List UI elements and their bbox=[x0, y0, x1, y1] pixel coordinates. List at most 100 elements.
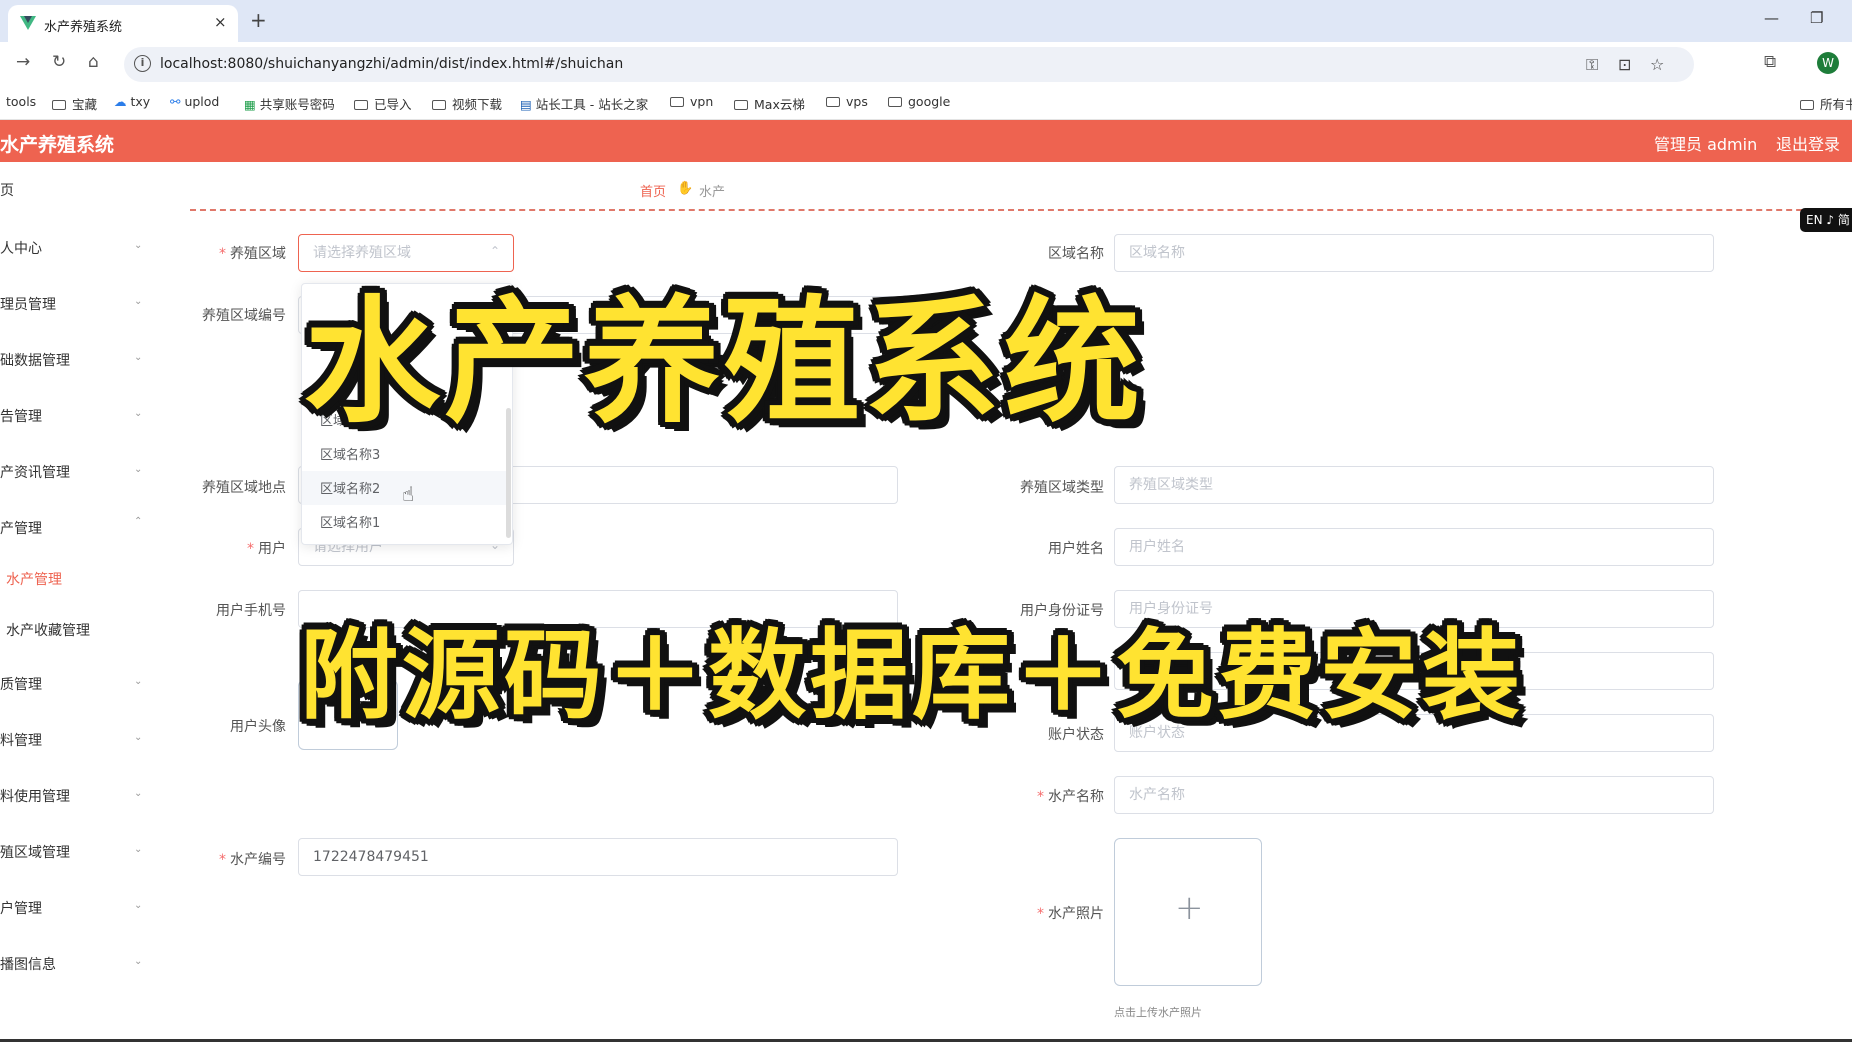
chevron-down-icon: ⌄ bbox=[134, 732, 143, 743]
sidebar-item-carousel[interactable]: 播图信息 bbox=[0, 954, 56, 974]
chevron-down-icon: ⌄ bbox=[134, 240, 143, 251]
sidebar-item-feed[interactable]: 料管理 bbox=[0, 730, 42, 750]
sidebar-item-users[interactable]: 户管理 bbox=[0, 898, 42, 918]
link-icon: ⚯ bbox=[170, 94, 185, 109]
hand-cursor-icon: ☝ bbox=[402, 482, 415, 506]
aquatic-photo-label: * 水产照片 bbox=[1037, 906, 1104, 922]
profile-avatar[interactable]: W bbox=[1817, 52, 1839, 74]
folder-icon bbox=[432, 100, 446, 110]
site-info-icon[interactable]: i bbox=[134, 55, 151, 72]
restore-icon[interactable]: ❐ bbox=[1810, 9, 1823, 27]
aquatic-name-field[interactable]: 水产名称 bbox=[1114, 776, 1714, 814]
sidebar-item-news[interactable]: 产资讯管理 bbox=[0, 462, 70, 482]
bookmark-item[interactable]: ☁ txy bbox=[114, 94, 150, 109]
chevron-up-icon: ⌃ bbox=[134, 516, 143, 527]
area-label: * 养殖区域 bbox=[219, 246, 286, 262]
logout-button[interactable]: 退出登录 bbox=[1776, 131, 1840, 155]
sidebar-item-areas[interactable]: 殖区域管理 bbox=[0, 842, 70, 862]
user-name-field[interactable]: 用户姓名 bbox=[1114, 528, 1714, 566]
browser-tab[interactable]: 水产养殖系统 × bbox=[8, 5, 238, 42]
sidebar-item-quality[interactable]: 质管理 bbox=[0, 674, 42, 694]
area-location-label: 养殖区域地点 bbox=[202, 480, 286, 496]
bookmark-item[interactable]: tools bbox=[6, 94, 36, 109]
home-icon[interactable]: ⌂ bbox=[88, 52, 99, 72]
app-header: 水产养殖系统 管理员 admin 退出登录 bbox=[0, 120, 1852, 162]
folder-icon bbox=[888, 97, 902, 107]
browser-tab-bar: 水产养殖系统 × + — ❐ bbox=[0, 0, 1852, 42]
user-avatar-label: 用户头像 bbox=[230, 719, 286, 735]
screenshot-icon[interactable]: ⊡ bbox=[1618, 55, 1631, 74]
bookmark-star-icon[interactable]: ☆ bbox=[1650, 55, 1664, 74]
cloud-icon: ☁ bbox=[114, 94, 131, 109]
tab-close-icon[interactable]: × bbox=[214, 13, 227, 31]
reload-icon[interactable]: ↻ bbox=[52, 52, 66, 72]
sidebar-item-home[interactable]: 页 bbox=[0, 180, 14, 200]
address-bar[interactable]: i localhost:8080/shuichanyangzhi/admin/d… bbox=[124, 47, 1694, 82]
bookmark-item[interactable]: ▦ 共享账号密码 bbox=[244, 94, 335, 113]
area-name-field[interactable]: 区域名称 bbox=[1114, 234, 1714, 272]
app-title: 水产养殖系统 bbox=[0, 134, 115, 156]
key-icon[interactable]: ⚿ bbox=[1586, 55, 1598, 75]
tab-title: 水产养殖系统 bbox=[44, 20, 123, 35]
breadcrumb-home[interactable]: 首页 bbox=[640, 181, 666, 200]
folder-icon bbox=[354, 100, 368, 110]
vue-logo-icon bbox=[20, 16, 36, 30]
area-type-label: 养殖区域类型 bbox=[1020, 480, 1104, 496]
bookmark-item[interactable]: ⚯ uplod bbox=[170, 94, 219, 109]
sheet-icon: ▦ bbox=[244, 97, 260, 112]
aquatic-name-label: * 水产名称 bbox=[1037, 789, 1104, 805]
chevron-down-icon: ⌄ bbox=[134, 844, 143, 855]
browser-toolbar: → ↻ ⌂ i localhost:8080/shuichanyangzhi/a… bbox=[0, 42, 1852, 86]
chevron-down-icon: ⌄ bbox=[134, 408, 143, 419]
bookmark-item[interactable]: google bbox=[888, 94, 950, 109]
sidebar-item-profile[interactable]: 人中心 bbox=[0, 238, 42, 258]
folder-icon bbox=[826, 97, 840, 107]
chevron-down-icon: ⌄ bbox=[134, 788, 143, 799]
breadcrumb-divider bbox=[190, 209, 1852, 211]
language-badge[interactable]: EN ♪ 简 bbox=[1800, 208, 1852, 232]
forward-icon[interactable]: → bbox=[16, 52, 30, 72]
folder-icon bbox=[1800, 100, 1814, 110]
sidebar-item-aquatic[interactable]: 产管理 bbox=[0, 518, 42, 538]
plus-icon: + bbox=[1175, 888, 1204, 928]
upload-hint: 点击上传水产照片 bbox=[1114, 1006, 1202, 1019]
chevron-down-icon: ⌄ bbox=[134, 900, 143, 911]
overlay-headline: 水产养殖系统 bbox=[304, 284, 1144, 442]
area-code-label: 养殖区域编号 bbox=[202, 308, 286, 324]
chevron-down-icon: ⌄ bbox=[134, 464, 143, 475]
bookmark-item[interactable]: 宝藏 bbox=[52, 94, 97, 113]
sidebar-item-basedata[interactable]: 础数据管理 bbox=[0, 350, 70, 370]
aquatic-code-field[interactable]: 1722478479451 bbox=[298, 838, 898, 876]
sidebar-item-notices[interactable]: 告管理 bbox=[0, 406, 42, 426]
folder-icon bbox=[734, 100, 748, 110]
folder-icon bbox=[52, 100, 66, 110]
aquatic-code-label: * 水产编号 bbox=[219, 852, 286, 868]
breadcrumb-current: 水产 bbox=[699, 185, 726, 200]
bookmark-item[interactable]: 已导入 bbox=[354, 94, 412, 113]
chevron-down-icon: ⌄ bbox=[134, 296, 143, 307]
bookmark-item[interactable]: ▤ 站长工具 - 站长之家 bbox=[520, 94, 648, 113]
sidebar-item-admins[interactable]: 理员管理 bbox=[0, 294, 56, 314]
sidebar-item-feed-usage[interactable]: 料使用管理 bbox=[0, 786, 70, 806]
minimize-icon[interactable]: — bbox=[1764, 9, 1779, 27]
sidebar-item-aquatic-manage[interactable]: 水产管理 bbox=[6, 569, 62, 589]
url-text: localhost:8080/shuichanyangzhi/admin/dis… bbox=[160, 56, 624, 72]
chart-icon: ▤ bbox=[520, 97, 536, 112]
chevron-down-icon: ⌄ bbox=[134, 956, 143, 967]
extensions-icon[interactable]: ⧉ bbox=[1764, 52, 1776, 72]
new-tab-button[interactable]: + bbox=[250, 8, 267, 32]
bookmark-item[interactable]: vps bbox=[826, 94, 868, 109]
sidebar-item-aquatic-favorites[interactable]: 水产收藏管理 bbox=[6, 620, 90, 640]
bookmark-item[interactable]: 视频下载 bbox=[432, 94, 502, 113]
user-name-label: 用户姓名 bbox=[1048, 541, 1104, 557]
bookmark-item[interactable]: Max云梯 bbox=[734, 94, 805, 113]
dropdown-option[interactable]: 区域名称2 bbox=[320, 478, 380, 497]
dropdown-option[interactable]: 区域名称1 bbox=[320, 512, 380, 531]
overlay-subline: 附源码＋数据库＋免费安装 bbox=[300, 619, 1525, 733]
user-phone-label: 用户手机号 bbox=[216, 603, 286, 619]
bookmark-item[interactable]: vpn bbox=[670, 94, 713, 109]
area-type-field[interactable]: 养殖区域类型 bbox=[1114, 466, 1714, 504]
bookmarks-bar: tools 宝藏 ☁ txy ⚯ uplod ▦ 共享账号密码 已导入 视频下载… bbox=[0, 86, 1852, 120]
chevron-down-icon: ⌄ bbox=[134, 352, 143, 363]
bookmark-item[interactable]: 所有书 bbox=[1800, 94, 1852, 113]
